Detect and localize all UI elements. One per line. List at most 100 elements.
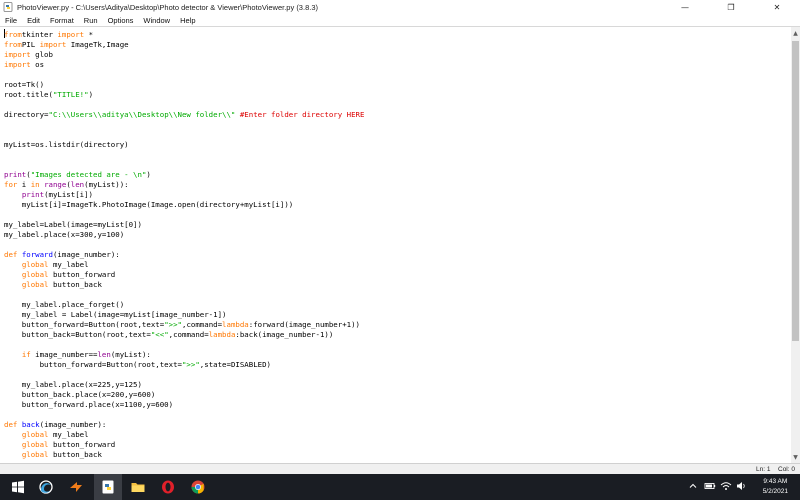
opera-icon[interactable] [160,479,176,495]
code-line[interactable]: directory="C:\\Users\\aditya\\Desktop\\N… [4,110,364,119]
code-token: import [4,60,31,69]
code-token: global [21,260,49,269]
code-line[interactable]: my_label.place(x=300,y=100) [4,230,124,239]
code-line[interactable]: root=Tk() [4,80,44,89]
code-token: button_back.place(x=200,y=600) [4,390,156,399]
network-icon[interactable] [720,481,732,491]
code-token: my_label [48,430,89,439]
code-line[interactable]: my_label = Label(image=myList[image_numb… [4,310,227,319]
code-token: import [57,30,85,39]
code-line[interactable]: button_forward=Button(root,text=">>",sta… [4,360,271,369]
edge-icon[interactable] [38,479,54,495]
code-line[interactable]: button_forward.place(x=1100,y=600) [4,400,173,409]
code-token: ,command= [168,330,209,339]
code-token: my_label = Label(image=myList[image_numb… [4,310,227,319]
code-token: my_label.place(x=300,y=100) [4,230,125,239]
clock[interactable]: 9:43 AM 5/2/2021 [763,477,788,497]
code-line[interactable]: if image_number==len(myList): [4,350,151,359]
clock-time: 9:43 AM [763,478,788,485]
code-line[interactable]: global button_forward [4,270,115,279]
code-line[interactable]: global button_forward [4,440,115,449]
maximize-button[interactable]: ❐ [708,0,754,14]
code-token: (myList[i]) [44,190,94,199]
code-line[interactable]: myList[i]=ImageTk.PhotoImage(Image.open(… [4,200,293,209]
code-line[interactable]: global my_label [4,430,89,439]
code-line[interactable]: import os [4,60,44,69]
code-token: #Enter folder directory HERE [239,110,365,119]
code-token: ) [88,90,94,99]
code-token: global [21,440,49,449]
code-token: myList=os.listdir(directory) [4,140,129,149]
code-token: my_label [48,260,89,269]
code-line[interactable]: print(myList[i]) [4,190,93,199]
menu-run[interactable]: Run [79,16,103,25]
code-line[interactable]: fromPIL import ImageTk,Image [4,40,129,49]
code-token: image_number== [30,350,98,359]
volume-icon[interactable] [736,481,748,491]
code-token: from [4,40,22,49]
menu-file[interactable]: File [0,16,22,25]
code-line[interactable]: global button_back [4,450,102,459]
maximize-icon: ❐ [727,2,735,12]
code-token: i [17,180,31,189]
code-token: back [21,420,40,429]
code-line[interactable]: button_back.place(x=200,y=600) [4,390,156,399]
code-line[interactable]: button_back=Button(root,text="<<",comman… [4,330,334,339]
blender-icon[interactable] [68,479,84,495]
code-token: print [4,170,27,179]
code-line[interactable]: my_label=Label(image=myList[0]) [4,220,142,229]
vertical-scrollbar[interactable]: ▲ ▼ [791,27,800,463]
code-editor[interactable]: fromtkinter import * fromPIL import Imag… [0,27,791,463]
code-token: * [84,30,94,39]
code-line[interactable]: global my_label [4,260,89,269]
code-token: for [4,180,18,189]
close-button[interactable]: ✕ [754,0,800,14]
chevron-up-icon[interactable] [688,481,698,491]
code-line[interactable]: my_label.place(x=225,y=125) [4,380,142,389]
menu-bar: File Edit Format Run Options Window Help [0,14,800,27]
code-line[interactable]: fromtkinter import * [4,29,94,39]
code-line[interactable]: def back(image_number): [4,420,106,429]
menu-format[interactable]: Format [45,16,79,25]
code-line[interactable]: def forward(image_number): [4,250,120,259]
scrollbar-thumb[interactable] [792,41,799,341]
code-token: if [21,350,31,359]
code-token: "C:\\Users\\aditya\\Desktop\\New folder\… [48,110,236,119]
menu-options[interactable]: Options [103,16,139,25]
code-token: root.title( [4,90,53,99]
code-line[interactable]: print("Images detected are - \n") [4,170,151,179]
menu-help[interactable]: Help [175,16,200,25]
code-token: my_label=Label(image=myList[0]) [4,220,142,229]
scroll-up-icon[interactable]: ▲ [791,29,800,37]
code-token: ,command= [182,320,223,329]
code-token: directory= [4,110,49,119]
close-icon: ✕ [773,2,781,12]
menu-edit[interactable]: Edit [22,16,45,25]
battery-icon[interactable] [704,481,716,491]
code-token: def [4,250,18,259]
code-line[interactable]: my_label.place_forget() [4,300,124,309]
scroll-down-icon[interactable]: ▼ [791,453,800,461]
minimize-icon: — [681,2,689,12]
minimize-button[interactable]: — [662,0,708,14]
code-line[interactable]: global button_back [4,280,102,289]
code-line[interactable]: for i in range(len(myList)): [4,180,129,189]
code-line[interactable]: button_forward=Button(root,text=">>",com… [4,320,360,329]
code-token: (myList)): [84,180,129,189]
code-text[interactable]: fromtkinter import * fromPIL import Imag… [0,27,791,460]
windows-start-icon[interactable] [10,479,26,495]
chrome-icon[interactable] [190,479,206,495]
code-token: in [30,180,40,189]
menu-window[interactable]: Window [138,16,175,25]
file-explorer-icon[interactable] [130,479,146,495]
code-token: glob [30,50,53,59]
code-token: button_back=Button(root,text= [4,330,151,339]
code-line[interactable]: import glob [4,50,53,59]
idle-python-icon[interactable] [100,479,116,495]
code-line[interactable]: myList=os.listdir(directory) [4,140,129,149]
code-line[interactable]: root.title("TITLE!") [4,90,93,99]
title-bar[interactable]: PhotoViewer.py - C:\Users\Aditya\Desktop… [0,0,800,14]
